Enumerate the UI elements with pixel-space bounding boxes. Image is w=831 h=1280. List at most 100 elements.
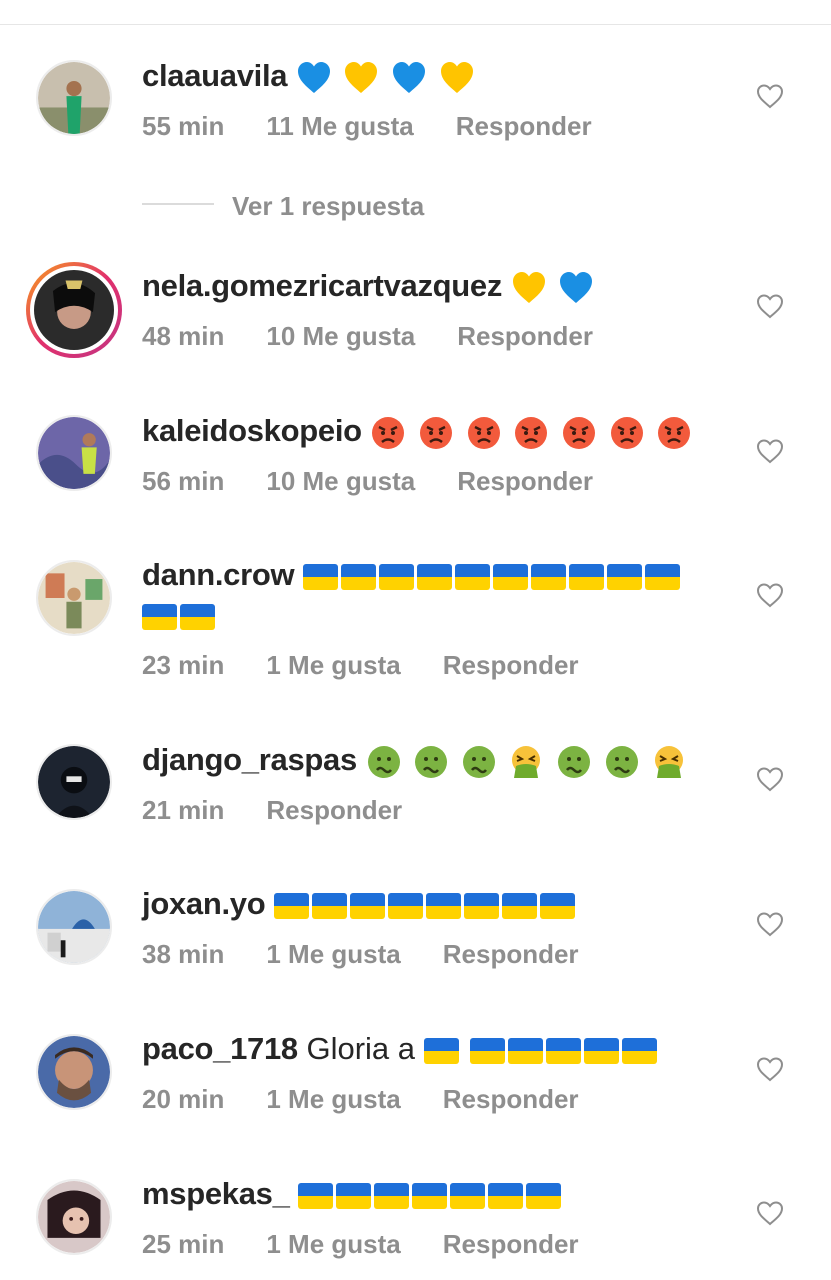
view-replies-label[interactable]: Ver 1 respuesta xyxy=(232,189,424,223)
comment-text: Gloria a xyxy=(306,1031,416,1066)
username[interactable]: kaleidoskopeio xyxy=(142,413,362,448)
username[interactable]: claauavila xyxy=(142,58,288,93)
nauseated-face-icon xyxy=(605,745,638,778)
comment-meta: 55 min 11 Me gusta Responder xyxy=(142,109,634,143)
ukraine-flag-icon xyxy=(450,1182,486,1209)
comment-time: 23 min xyxy=(142,650,225,680)
like-heart-icon[interactable] xyxy=(756,1200,784,1226)
comment-line: mspekas_ xyxy=(142,1174,564,1214)
comment-line: claauavila xyxy=(142,56,478,96)
ukraine-flag-icon xyxy=(374,1182,410,1209)
like-heart-icon[interactable] xyxy=(756,1056,784,1082)
likes-count[interactable]: 1 Me gusta xyxy=(266,648,400,682)
ukraine-flag-icon xyxy=(492,563,528,590)
username[interactable]: dann.crow xyxy=(142,557,295,592)
emoji-row xyxy=(366,742,691,778)
username[interactable]: nela.gomezricartvazquez xyxy=(142,268,502,303)
ukraine-flag-icon xyxy=(644,563,680,590)
ukraine-flag-icon xyxy=(454,563,490,590)
ukraine-flag-icon xyxy=(539,892,575,919)
username[interactable]: mspekas_ xyxy=(142,1176,290,1211)
ukraine-flag-icon xyxy=(568,563,604,590)
likes-count[interactable]: 1 Me gusta xyxy=(266,1082,400,1116)
ukraine-flag-icon xyxy=(378,563,414,590)
reply-button[interactable]: Responder xyxy=(443,1227,579,1261)
username[interactable]: paco_1718 xyxy=(142,1031,298,1066)
ukraine-flag-icon xyxy=(336,1182,372,1209)
avatar-story-ring[interactable] xyxy=(26,262,122,358)
ukraine-flag-icon xyxy=(622,1037,658,1064)
comment-time: 56 min xyxy=(142,466,225,496)
like-heart-icon[interactable] xyxy=(756,293,784,319)
like-heart-icon[interactable] xyxy=(756,438,784,464)
ukraine-flag-icon xyxy=(508,1037,544,1064)
likes-count[interactable]: 10 Me gusta xyxy=(266,464,415,498)
ukraine-flag-icon xyxy=(546,1037,582,1064)
avatar[interactable] xyxy=(36,560,112,636)
like-heart-icon[interactable] xyxy=(756,83,784,109)
emoji-row xyxy=(296,58,478,93)
avatar[interactable] xyxy=(36,415,112,491)
reply-button[interactable]: Responder xyxy=(457,319,593,353)
avatar[interactable] xyxy=(36,1034,112,1110)
ukraine-flag-icon xyxy=(501,892,537,919)
nauseated-face-icon xyxy=(462,745,495,778)
avatar[interactable] xyxy=(36,889,112,965)
comment-line-continued xyxy=(142,595,218,635)
emoji-row xyxy=(370,413,695,449)
like-heart-icon[interactable] xyxy=(756,582,784,608)
likes-count[interactable]: 1 Me gusta xyxy=(266,937,400,971)
ukraine-flag-icon xyxy=(526,1182,562,1209)
ukraine-flag-icon xyxy=(425,892,461,919)
comment-time: 25 min xyxy=(142,1229,225,1259)
comment-time: 21 min xyxy=(142,795,225,825)
emoji-row xyxy=(298,1176,564,1211)
comment-meta: 23 min 1 Me gusta Responder xyxy=(142,648,621,682)
vomiting-face-icon xyxy=(655,745,684,778)
like-heart-icon[interactable] xyxy=(756,766,784,792)
ukraine-flag-icon xyxy=(416,563,452,590)
ukraine-flag-icon xyxy=(298,1182,334,1209)
nauseated-face-icon xyxy=(415,745,448,778)
ukraine-flag-icon xyxy=(463,892,499,919)
angry-face-icon xyxy=(562,416,595,449)
blue-heart-icon xyxy=(560,271,593,303)
comment-line: django_raspas xyxy=(142,740,690,780)
top-divider xyxy=(0,24,831,25)
ukraine-flag-icon xyxy=(530,563,566,590)
comment-meta: 56 min 10 Me gusta Responder xyxy=(142,464,635,498)
ukraine-flag-icon xyxy=(412,1182,448,1209)
comment-time: 20 min xyxy=(142,1084,225,1114)
reply-button[interactable]: Responder xyxy=(443,1082,579,1116)
comment-line: dann.crow xyxy=(142,555,683,595)
ukraine-flag-icon xyxy=(180,603,215,630)
reply-button[interactable]: Responder xyxy=(266,793,402,827)
nauseated-face-icon xyxy=(367,745,400,778)
reply-button[interactable]: Responder xyxy=(457,464,593,498)
comment-meta: 20 min 1 Me gusta Responder xyxy=(142,1082,621,1116)
ukraine-flag-icon xyxy=(311,892,347,919)
ukraine-flag-icon xyxy=(340,563,376,590)
like-heart-icon[interactable] xyxy=(756,911,784,937)
reply-button[interactable]: Responder xyxy=(443,648,579,682)
comment-time: 55 min xyxy=(142,111,225,141)
username[interactable]: joxan.yo xyxy=(142,886,266,921)
avatar[interactable] xyxy=(36,1179,112,1255)
emoji-row xyxy=(423,1031,661,1066)
avatar[interactable] xyxy=(36,60,112,136)
comment-meta: 38 min 1 Me gusta Responder xyxy=(142,937,621,971)
reply-button[interactable]: Responder xyxy=(443,937,579,971)
vomiting-face-icon xyxy=(512,745,541,778)
reply-button[interactable]: Responder xyxy=(456,109,592,143)
angry-face-icon xyxy=(658,416,691,449)
avatar[interactable] xyxy=(36,744,112,820)
likes-count[interactable]: 11 Me gusta xyxy=(266,109,413,143)
username[interactable]: django_raspas xyxy=(142,742,357,777)
likes-count[interactable]: 1 Me gusta xyxy=(266,1227,400,1261)
angry-face-icon xyxy=(515,416,548,449)
ukraine-flag-icon xyxy=(584,1037,620,1064)
emoji-row xyxy=(511,268,598,303)
likes-count[interactable]: 10 Me gusta xyxy=(266,319,415,353)
blue-heart-icon xyxy=(297,61,330,93)
angry-face-icon xyxy=(467,416,500,449)
